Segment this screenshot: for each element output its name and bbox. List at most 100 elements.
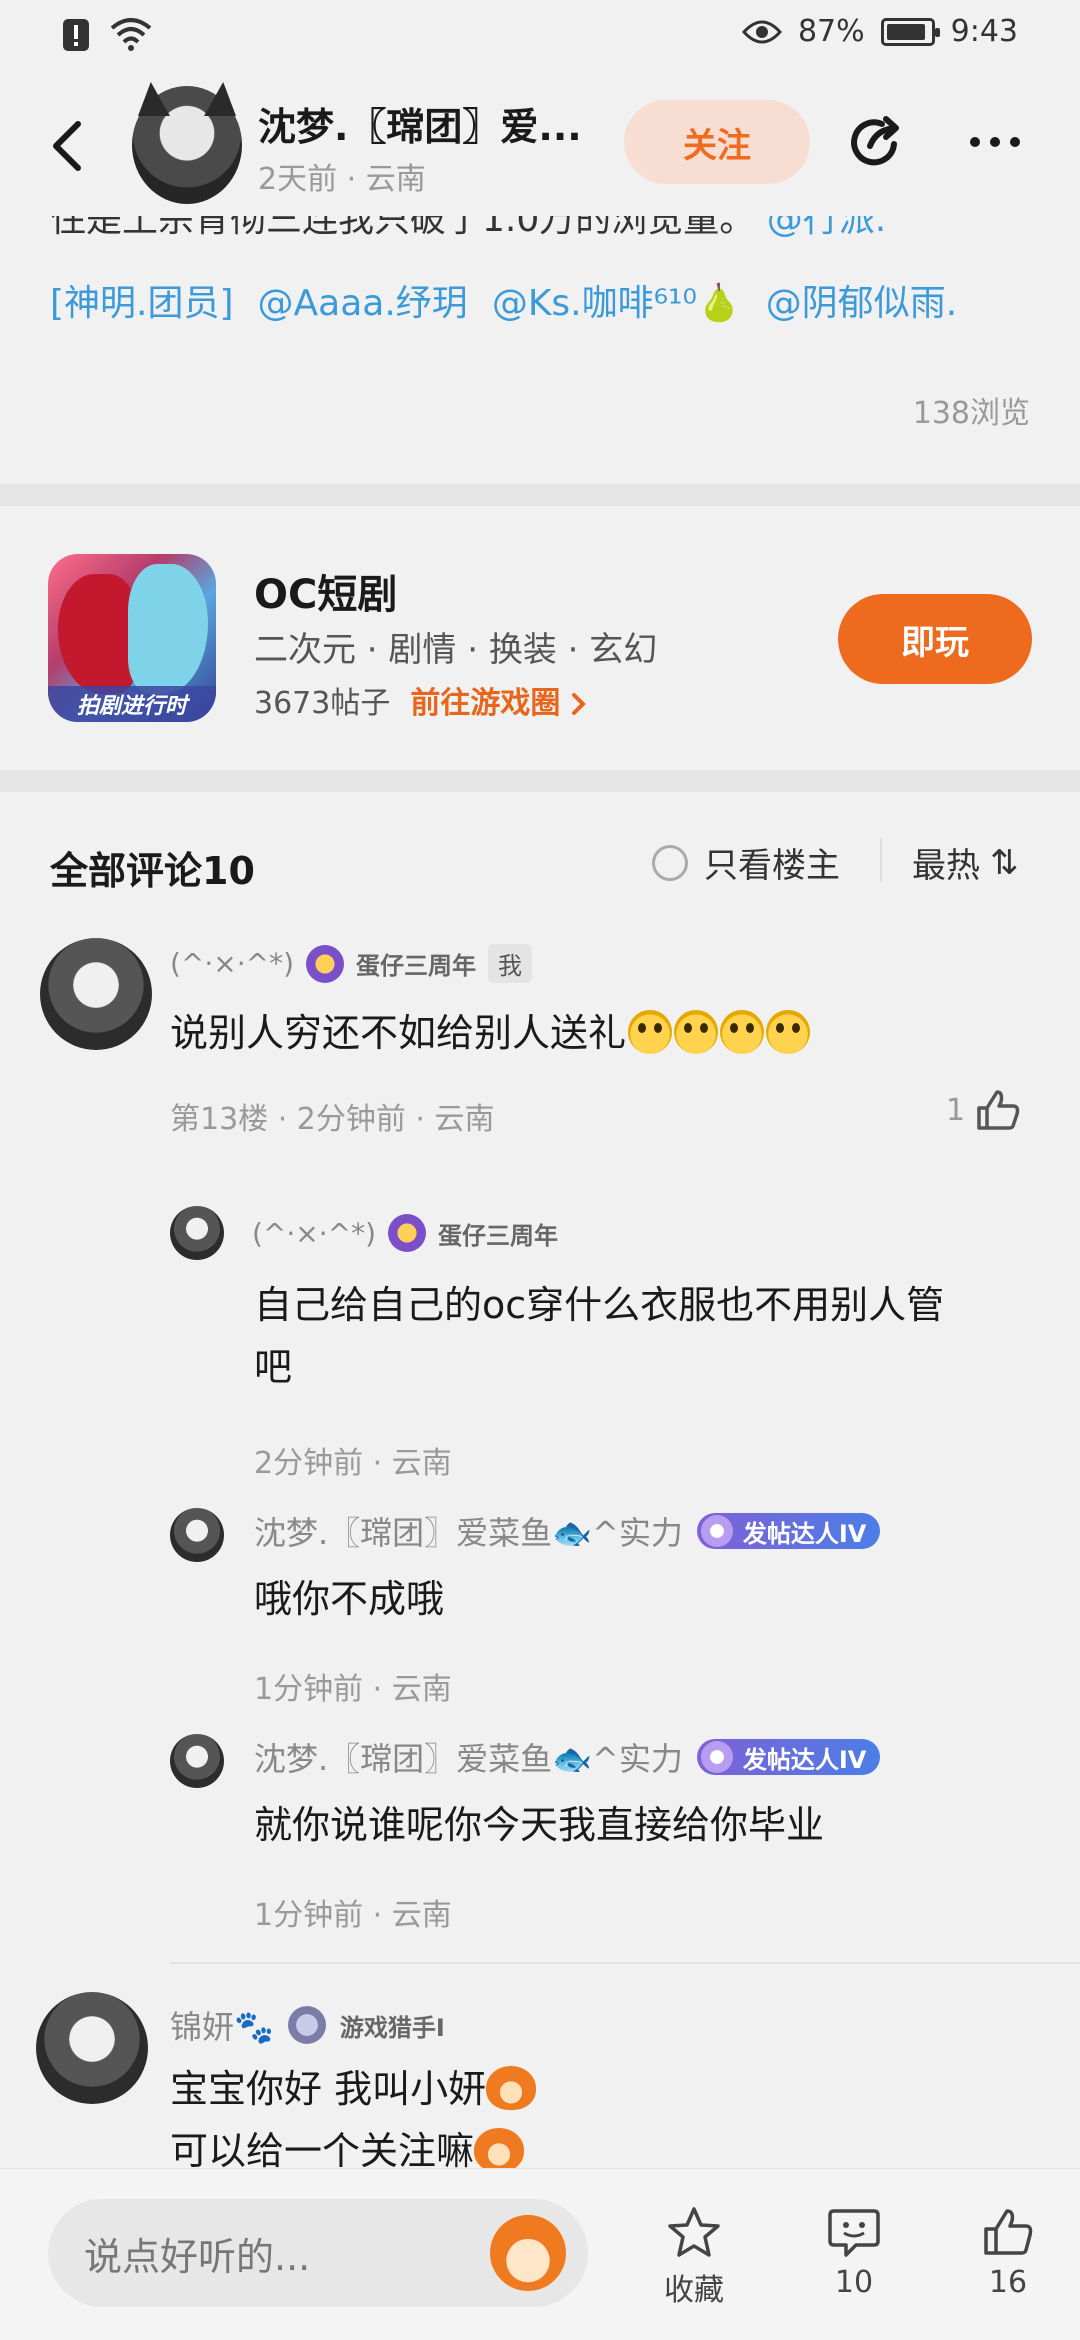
badge-label: 蛋仔三周年 [356, 952, 477, 980]
replier-avatar[interactable] [170, 1206, 224, 1260]
comment-count: 10 [834, 2265, 874, 2300]
wifi-icon [110, 18, 152, 51]
share-icon [851, 116, 899, 166]
badge-label: 游戏猎手I [339, 2013, 445, 2042]
comment-text[interactable]: 宝宝你好 我叫小妍 可以给一个关注嘛 [170, 2058, 537, 2168]
status-left [62, 18, 152, 52]
commenter-avatar[interactable] [40, 938, 152, 1050]
like-count: 16 [988, 2265, 1028, 2300]
like-count: 1 [946, 1092, 966, 1128]
radio-icon [652, 844, 688, 881]
game-icon-tag: 拍剧进行时 [48, 686, 216, 722]
comment-meta: 第13楼 · 2分钟前 · 云南 [170, 1102, 495, 1137]
sort-toggle[interactable]: 最热 ⇅ [912, 838, 1019, 887]
view-count: 138浏览 [912, 396, 1030, 431]
like-post-button[interactable]: 16 [948, 2205, 1068, 2300]
game-art-character-2 [128, 564, 208, 694]
reply-header: 沈梦.〖瑺团〗爱菜鱼🐟^实力 发帖达人IV [254, 1734, 881, 1780]
game-circle-link[interactable]: 前往游戏圈 [410, 678, 586, 722]
reply-meta: 1分钟前 · 云南 [254, 1898, 452, 1933]
mention-tag[interactable]: @阴郁似雨. [766, 274, 957, 326]
play-button[interactable]: 即玩 [838, 594, 1032, 684]
comment-input-placeholder: 说点好听的... [84, 2234, 311, 2279]
commenter-avatar[interactable] [36, 1992, 148, 2104]
replier-nick[interactable]: 沈梦.〖瑺团〗爱菜鱼🐟^实力 [254, 1734, 683, 1780]
thumbs-up-icon [977, 1090, 1020, 1130]
game-icon[interactable]: 拍剧进行时 [48, 554, 216, 722]
fox-emoji-icon [474, 2128, 525, 2168]
reply-meta: 2分钟前 · 云南 [254, 1446, 452, 1481]
star-icon [668, 2207, 720, 2257]
author-avatar[interactable] [132, 82, 242, 204]
comment-divider [170, 1962, 1080, 1964]
game-card[interactable]: 拍剧进行时 OC短剧 二次元 · 剧情 · 换装 · 玄幻 3673帖子 前往游… [0, 506, 1080, 770]
post-text: 住是土宗育彻三连我只破了1.0万的浏览量。 [50, 216, 756, 240]
sort-divider [880, 838, 882, 882]
post-mention-link[interactable]: @行派. [767, 216, 886, 240]
follow-button[interactable]: 关注 [624, 100, 810, 184]
mascot-emoji-icon[interactable] [490, 2215, 566, 2291]
badge-label: 蛋仔三周年 [438, 1221, 559, 1250]
bottom-action-bar: 说点好听的... 收藏 10 16 [0, 2168, 1080, 2340]
commenter-nick[interactable]: 锦妍🐾 [170, 2002, 274, 2048]
only-op-label: 只看楼主 [704, 846, 840, 886]
only-op-toggle[interactable]: 只看楼主 [652, 838, 840, 887]
eye-roll-emoji-icon [766, 1010, 811, 1054]
comment-button[interactable]: 10 [794, 2205, 914, 2300]
reply-text[interactable]: 自己给自己的oc穿什么衣服也不用别人管 吧 [254, 1274, 944, 1398]
replier-nick[interactable]: (^·×·^*) [252, 1217, 376, 1250]
reply-meta: 1分钟前 · 云南 [254, 1672, 452, 1707]
anniversary-badge-icon [388, 1214, 427, 1252]
game-art-character-1 [58, 574, 138, 694]
favorite-button[interactable]: 收藏 [634, 2205, 754, 2309]
sort-label: 最热 [912, 846, 980, 886]
post-text-cut: 住是土宗育彻三连我只破了1.0万的浏览量。 @行派. [50, 216, 886, 242]
comments-section: 全部评论10 只看楼主 最热 ⇅ (^·×·^*) 蛋仔三周年 我 说别人穷还不… [0, 792, 1080, 2168]
favorite-label: 收藏 [664, 2273, 724, 2308]
author-name[interactable]: 沈梦.〖瑺团〗爱... [258, 96, 582, 151]
game-tags: 二次元 · 剧情 · 换装 · 玄幻 [254, 630, 658, 670]
post-header: 沈梦.〖瑺团〗爱... 2天前 · 云南 关注 [0, 76, 1080, 216]
fox-emoji-icon [486, 2066, 537, 2110]
more-options-button[interactable] [962, 122, 1028, 162]
like-button[interactable]: 1 [946, 1088, 1021, 1132]
cat-ear-right [204, 82, 236, 116]
reply-text[interactable]: 哦你不成哦 [254, 1568, 444, 1630]
replier-avatar[interactable] [170, 1734, 224, 1788]
status-bar: 87% 9:43 [0, 0, 1080, 76]
game-title[interactable]: OC短剧 [254, 562, 397, 620]
mention-tag[interactable]: @Aaaa.纾玥 [258, 274, 468, 326]
reply-text[interactable]: 就你说谁呢你今天我直接给你毕业 [254, 1794, 824, 1856]
alert-icon [63, 19, 89, 51]
mention-tag[interactable]: [神明.团员] [50, 274, 234, 326]
eye-roll-emoji-icon [674, 1010, 719, 1054]
reply-header: 沈梦.〖瑺团〗爱菜鱼🐟^实力 发帖达人IV [254, 1508, 881, 1554]
cat-ear-left [138, 82, 170, 116]
clock: 9:43 [950, 14, 1018, 49]
back-button[interactable] [44, 116, 94, 176]
comment-text[interactable]: 说别人穷还不如给别人送礼 [170, 1002, 811, 1064]
section-divider [0, 770, 1080, 792]
replier-nick[interactable]: 沈梦.〖瑺团〗爱菜鱼🐟^实力 [254, 1508, 683, 1554]
back-arrow-icon [53, 121, 81, 171]
eye-roll-emoji-icon [628, 1010, 673, 1054]
chevron-right-icon [571, 693, 586, 715]
share-button[interactable] [842, 110, 908, 176]
game-post-count: 3673帖子 [254, 686, 391, 721]
battery-percent: 87% [797, 14, 865, 49]
post-content-tail: 住是土宗育彻三连我只破了1.0万的浏览量。 @行派. [神明.团员] @Aaaa… [0, 216, 1080, 484]
eye-icon [741, 20, 782, 43]
comments-title: 全部评论10 [50, 849, 255, 893]
poster-level-badge: 发帖达人IV [696, 1739, 881, 1775]
battery-fill [886, 23, 926, 40]
replier-avatar[interactable] [170, 1508, 224, 1562]
commenter-nick[interactable]: (^·×·^*) [170, 947, 294, 980]
comment-input[interactable]: 说点好听的... [48, 2199, 588, 2307]
comment-bubble-icon [828, 2209, 880, 2257]
poster-level-badge: 发帖达人IV [696, 1513, 881, 1549]
mention-tag[interactable]: @Ks.咖啡⁶¹⁰🍐 [492, 274, 742, 326]
mention-list: [神明.团员] @Aaaa.纾玥 @Ks.咖啡⁶¹⁰🍐 @阴郁似雨. [50, 274, 957, 326]
comment-header: 锦妍🐾 游戏猎手I [170, 2002, 445, 2048]
sort-icon: ⇅ [990, 842, 1019, 883]
section-divider [0, 484, 1080, 506]
